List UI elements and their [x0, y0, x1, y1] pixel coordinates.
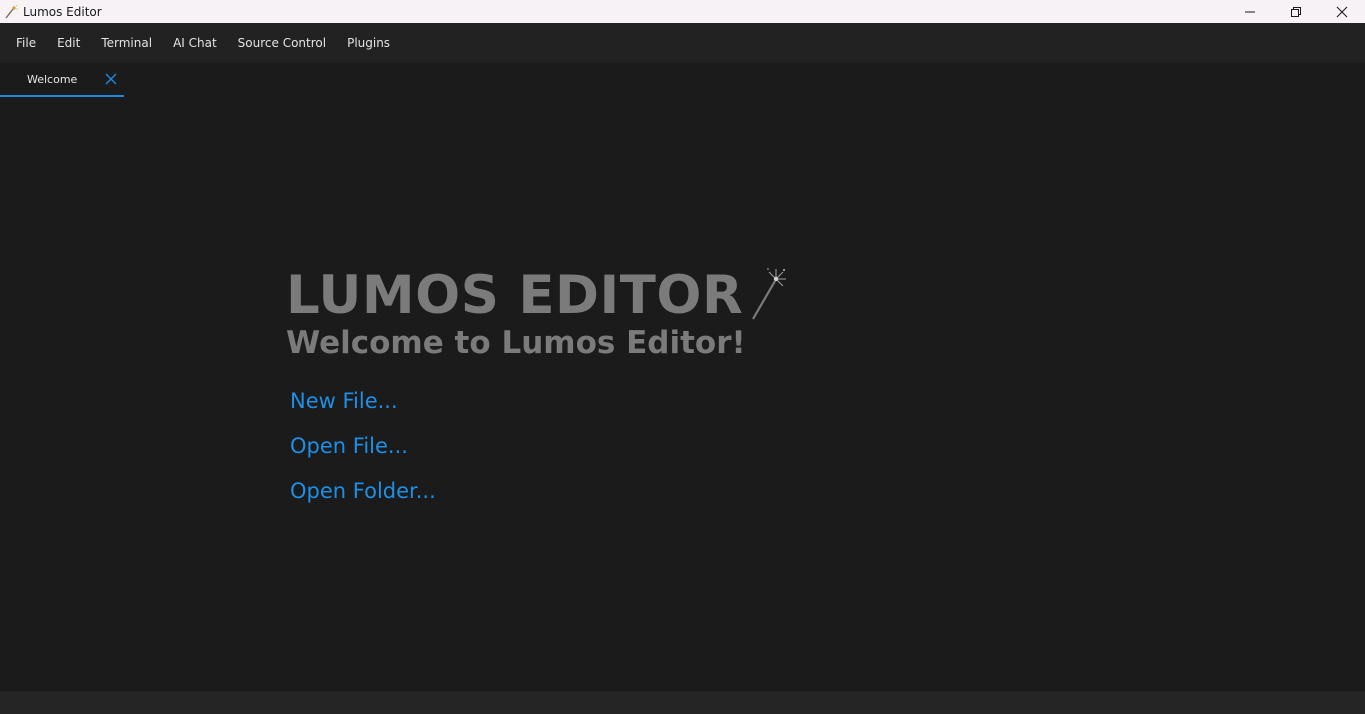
restore-icon [1291, 6, 1301, 17]
menu-bar: File Edit Terminal AI Chat Source Contro… [0, 23, 1365, 63]
menu-file[interactable]: File [6, 23, 46, 63]
welcome-actions: New File... Open File... Open Folder... [290, 386, 787, 521]
menu-edit[interactable]: Edit [47, 23, 90, 63]
minimize-button[interactable] [1227, 0, 1273, 23]
brand-row: LUMOS EDITOR [286, 265, 787, 327]
welcome-subtitle: Welcome to Lumos Editor! [286, 325, 746, 361]
close-icon [1336, 6, 1348, 17]
menu-ai-chat[interactable]: AI Chat [163, 23, 227, 63]
magic-wand-icon [749, 267, 787, 321]
new-file-link[interactable]: New File... [290, 386, 787, 431]
open-folder-link[interactable]: Open Folder... [290, 476, 787, 521]
window-title: Lumos Editor [23, 4, 102, 19]
title-bar: Lumos Editor [0, 0, 1365, 23]
window-controls [1227, 0, 1365, 23]
maximize-button[interactable] [1273, 0, 1319, 23]
tab-welcome[interactable]: Welcome [0, 63, 124, 97]
open-file-link[interactable]: Open File... [290, 431, 787, 476]
tab-bar: Welcome [0, 63, 1365, 97]
magic-wand-icon [4, 4, 18, 19]
welcome-panel: LUMOS EDITOR Welcome to Lumos Editor! Ne… [286, 265, 787, 521]
close-button[interactable] [1319, 0, 1365, 23]
minimize-icon [1245, 11, 1255, 12]
brand-title: LUMOS EDITOR [286, 265, 744, 326]
tab-label: Welcome [27, 72, 78, 86]
menu-plugins[interactable]: Plugins [337, 23, 400, 63]
menu-source-control[interactable]: Source Control [228, 23, 336, 63]
tab-close-icon[interactable] [104, 72, 118, 86]
status-bar [0, 691, 1365, 714]
menu-terminal[interactable]: Terminal [91, 23, 162, 63]
app-window: Lumos Editor File Edit Terminal AI Chat … [0, 0, 1365, 714]
